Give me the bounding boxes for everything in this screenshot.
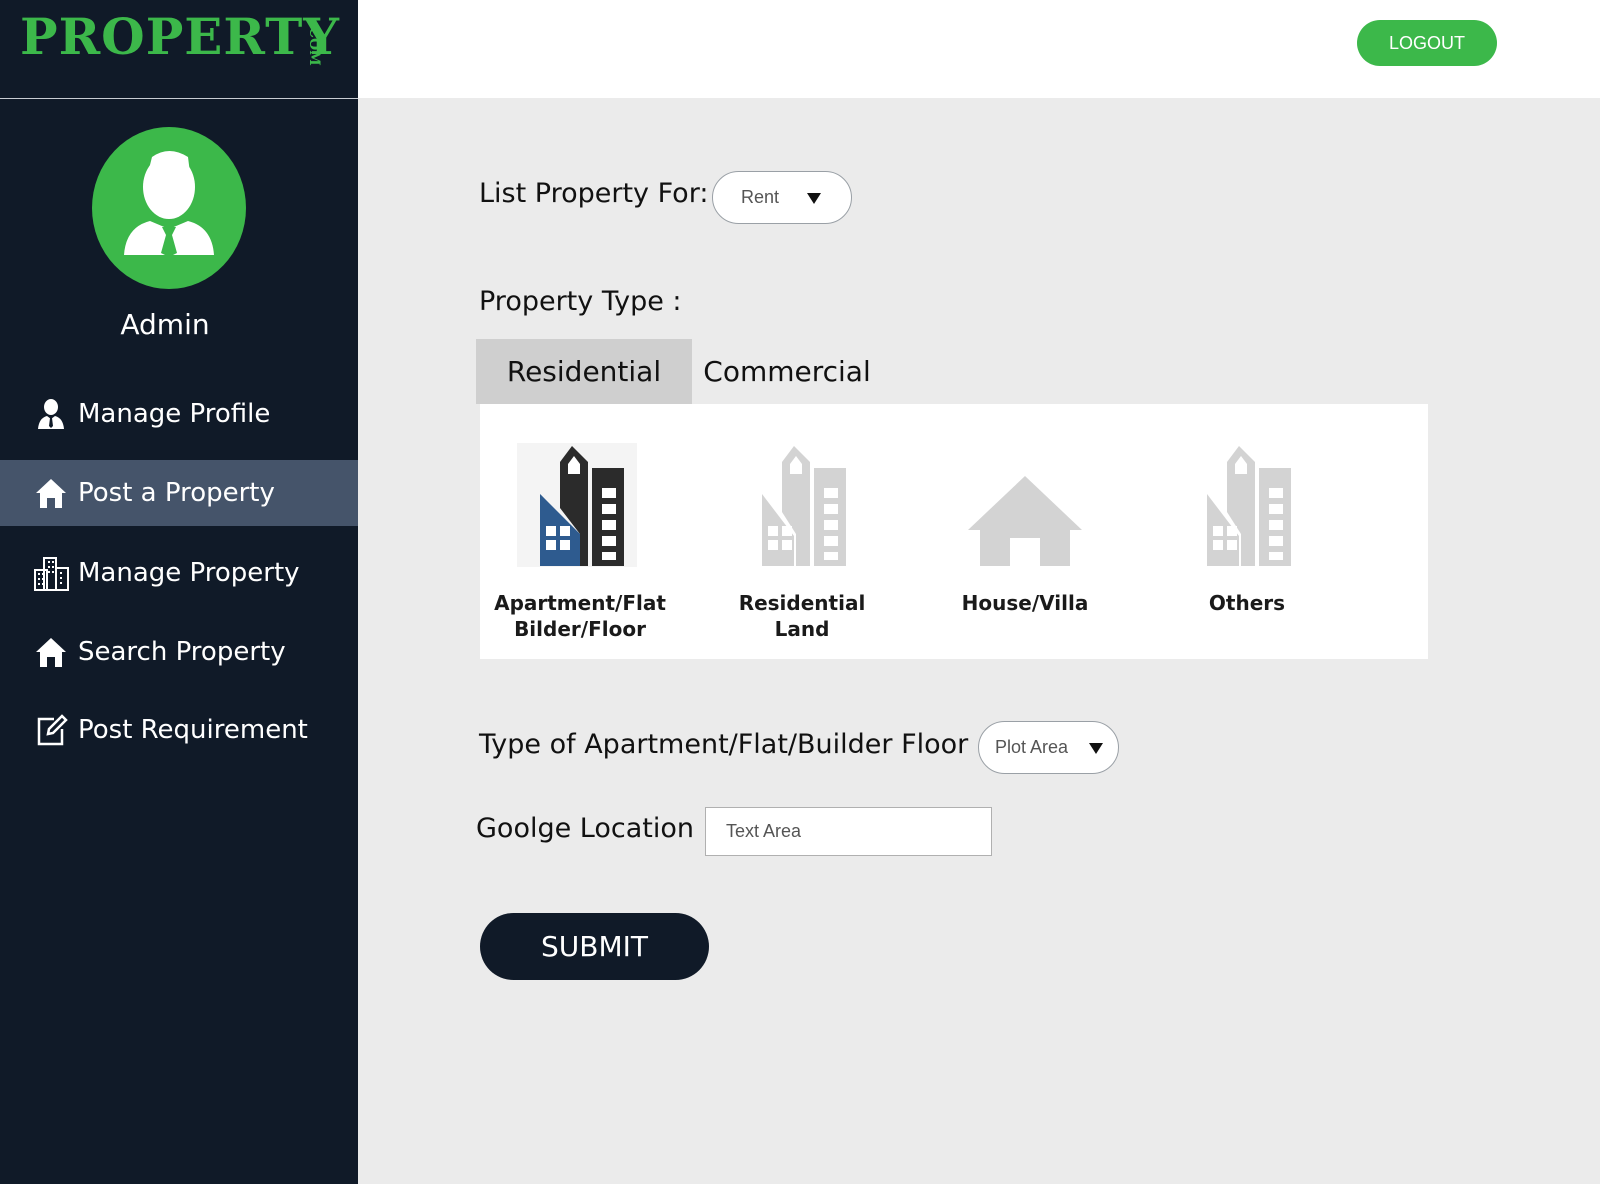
type-option-label: Residential Land (738, 591, 866, 641)
user-avatar-icon (124, 151, 214, 257)
logo-text: PROPERTY (20, 7, 340, 66)
apartment-type-value: Plot Area (995, 737, 1069, 757)
nav-label: Search Property (78, 637, 286, 667)
location-input[interactable] (705, 807, 992, 856)
list-for-label: List Property For: (479, 178, 709, 209)
type-option-residential-land[interactable]: Residential Land (702, 424, 902, 644)
location-label: Goolge Location (476, 813, 694, 844)
home-icon (32, 633, 70, 671)
logout-button[interactable]: LOGOUT (1357, 20, 1497, 66)
house-icon (968, 476, 1082, 566)
nav-label: Post a Property (78, 478, 275, 508)
apartment-building-icon (517, 443, 637, 567)
property-type-label: Property Type : (479, 286, 682, 317)
type-option-apartment[interactable]: Apartment/Flat Bilder/Floor (480, 424, 680, 644)
type-option-label: Others (1208, 591, 1286, 615)
chevron-down-icon (1089, 743, 1103, 754)
type-option-label: House/Villa (961, 591, 1089, 615)
user-icon (32, 395, 70, 433)
buildings-icon (32, 554, 70, 592)
sidebar: PROPERTY .COM Admin Manage Profile Post … (0, 0, 358, 1184)
chevron-down-icon (807, 193, 821, 204)
nav-label: Post Requirement (78, 715, 308, 745)
list-for-select[interactable]: Rent (712, 171, 852, 224)
tab-commercial[interactable]: Commercial (702, 339, 872, 404)
nav-post-requirement[interactable]: Post Requirement (0, 697, 358, 763)
tab-residential[interactable]: Residential (476, 339, 692, 404)
nav-manage-profile[interactable]: Manage Profile (0, 381, 358, 447)
nav-label: Manage Property (78, 558, 300, 588)
apartment-building-icon (1207, 446, 1291, 566)
type-option-others[interactable]: Others (1147, 424, 1347, 644)
user-name: Admin (120, 308, 210, 341)
avatar (92, 127, 246, 289)
property-type-panel: Apartment/Flat Bilder/Floor Residential … (480, 404, 1428, 659)
logo-suffix: .COM (306, 22, 322, 66)
home-icon (32, 474, 70, 512)
apartment-type-label: Type of Apartment/Flat/Builder Floor (479, 729, 969, 760)
nav-label: Manage Profile (78, 399, 271, 429)
apartment-building-icon (762, 446, 846, 566)
type-option-label: Apartment/Flat Bilder/Floor (494, 591, 666, 641)
apartment-type-select[interactable]: Plot Area (978, 721, 1119, 774)
list-for-value: Rent (741, 187, 780, 207)
nav-manage-property[interactable]: Manage Property (0, 540, 358, 606)
submit-button[interactable]: SUBMIT (480, 913, 709, 980)
nav-search-property[interactable]: Search Property (0, 619, 358, 685)
logo[interactable]: PROPERTY .COM (0, 0, 358, 99)
edit-icon (32, 711, 70, 749)
nav-post-property[interactable]: Post a Property (0, 460, 358, 526)
type-option-house-villa[interactable]: House/Villa (925, 424, 1125, 644)
